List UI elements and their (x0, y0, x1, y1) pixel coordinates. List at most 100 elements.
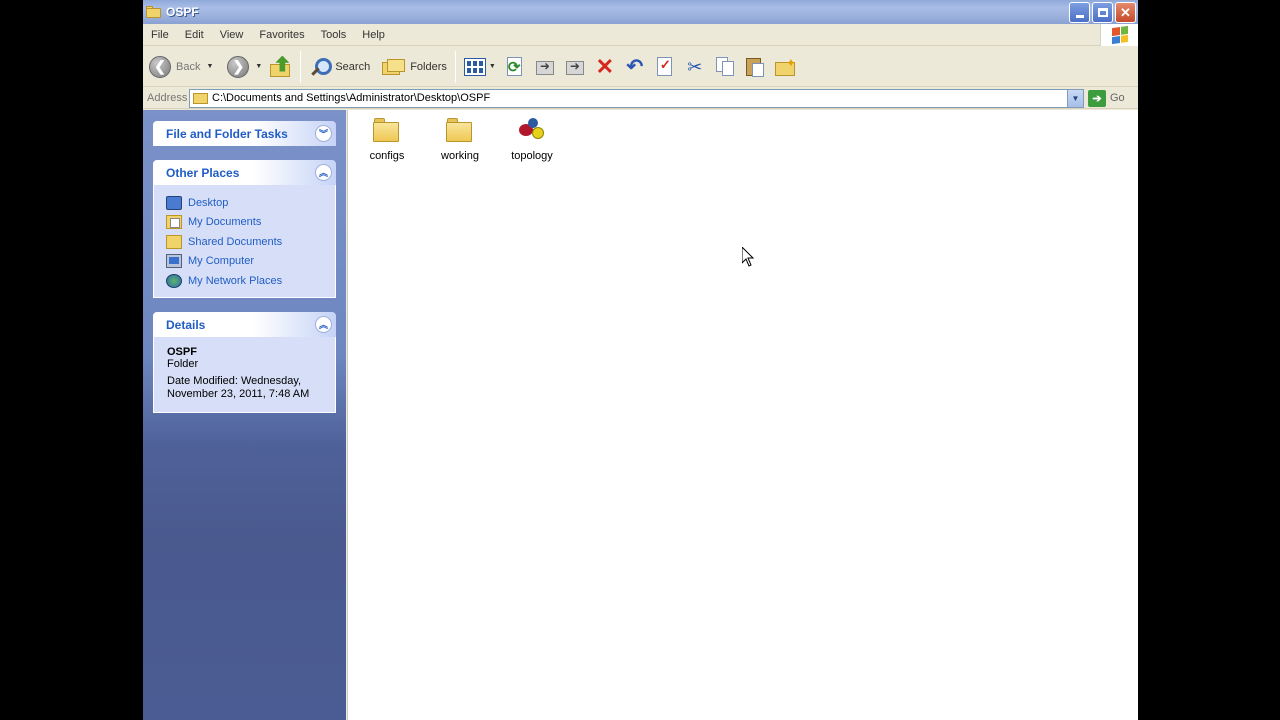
properties-icon[interactable] (654, 56, 676, 78)
menu-view[interactable]: View (212, 29, 252, 41)
collapse-chevron-icon[interactable]: ︽ (315, 316, 332, 333)
place-label: My Documents (188, 216, 262, 229)
screen-border (1138, 0, 1280, 720)
shared-documents-icon (166, 234, 182, 249)
details-body: OSPF Folder Date Modified: Wednesday, No… (153, 337, 336, 413)
paste-icon[interactable] (744, 56, 766, 78)
window-controls: ✕ (1069, 2, 1136, 23)
forward-button[interactable]: ❯ ▼ (223, 50, 266, 84)
search-icon (309, 56, 333, 78)
place-my-network-places[interactable]: My Network Places (166, 271, 335, 291)
file-item-topology[interactable]: topology (495, 118, 569, 162)
place-desktop[interactable]: Desktop (166, 193, 335, 213)
views-dropdown-icon: ▼ (488, 63, 496, 70)
details-panel: Details ︽ OSPF Folder Date Modified: Wed… (153, 312, 336, 413)
details-header[interactable]: Details ︽ (153, 312, 336, 337)
go-label: Go (1110, 92, 1125, 104)
menu-edit[interactable]: Edit (177, 29, 212, 41)
toolbar: ❮ Back ▼ ❯ ▼ Search Folders ▼ ✕ ↶ (143, 47, 1138, 87)
other-places-body: Desktop My Documents Shared Documents My… (153, 185, 336, 298)
menu-favorites[interactable]: Favorites (251, 29, 312, 41)
views-button[interactable]: ▼ (460, 50, 500, 84)
address-bar: Address C:\Documents and Settings\Admini… (143, 88, 1138, 109)
windows-logo (1100, 24, 1138, 46)
menu-bar: File Edit View Favorites Tools Help (143, 24, 1138, 46)
new-folder-icon[interactable] (774, 56, 796, 78)
forward-arrow-icon: ❯ (227, 55, 250, 78)
copy-icon[interactable] (714, 56, 736, 78)
place-label: My Computer (188, 255, 255, 268)
chevron-down-icon: ▼ (1071, 93, 1080, 103)
details-name: OSPF (167, 346, 197, 358)
address-label: Address (147, 92, 188, 104)
place-label: My Network Places (188, 274, 283, 287)
other-places-header[interactable]: Other Places ︽ (153, 160, 336, 185)
place-my-computer[interactable]: My Computer (166, 252, 335, 272)
file-label: working (441, 150, 479, 162)
back-button[interactable]: ❮ Back ▼ (143, 50, 217, 84)
file-folder-tasks-header[interactable]: File and Folder Tasks ︾ (153, 121, 336, 146)
address-input[interactable]: C:\Documents and Settings\Administrator\… (189, 88, 1084, 108)
folder-icon (372, 118, 402, 144)
folder-icon (193, 92, 208, 104)
move-to-icon[interactable] (534, 56, 556, 78)
title-bar[interactable]: OSPF ✕ (143, 0, 1138, 24)
file-folder-tasks-panel: File and Folder Tasks ︾ (153, 121, 336, 146)
copy-to-icon[interactable] (564, 56, 586, 78)
minimize-icon (1075, 15, 1084, 18)
file-label: configs (369, 150, 405, 162)
menu-tools[interactable]: Tools (313, 29, 355, 41)
delete-icon[interactable]: ✕ (594, 55, 616, 78)
place-shared-documents[interactable]: Shared Documents (166, 232, 335, 252)
folders-label: Folders (410, 60, 447, 73)
file-item-configs[interactable]: configs (350, 118, 424, 162)
synchronize-icon[interactable] (504, 56, 526, 78)
forward-dropdown-icon[interactable]: ▼ (255, 63, 262, 70)
folder-icon (146, 5, 162, 19)
my-computer-icon (166, 254, 182, 269)
cut-icon[interactable]: ✂ (684, 56, 706, 78)
details-type: Folder (167, 358, 199, 370)
desktop-icon (166, 195, 182, 210)
views-icon (463, 57, 486, 76)
explorer-window: OSPF ✕ File Edit View Favorites Tools He… (143, 0, 1138, 720)
file-item-working[interactable]: working (423, 118, 497, 162)
back-dropdown-icon[interactable]: ▼ (206, 63, 213, 70)
other-places-panel: Other Places ︽ Desktop My Documents Shar… (153, 160, 336, 298)
close-button[interactable]: ✕ (1115, 2, 1136, 23)
network-places-icon (166, 273, 182, 288)
toolbar-separator (300, 50, 302, 83)
collapse-chevron-icon[interactable]: ︽ (315, 164, 332, 181)
undo-icon[interactable]: ↶ (624, 56, 646, 78)
my-documents-icon (166, 215, 182, 230)
panel-title: Other Places (166, 165, 240, 180)
restore-icon (1097, 8, 1108, 17)
search-button[interactable]: Search (305, 50, 374, 84)
close-icon: ✕ (1120, 4, 1131, 20)
folders-button[interactable]: Folders (378, 50, 451, 84)
file-list-view[interactable]: configs working topology (347, 110, 1138, 720)
windows-flag-icon (1111, 25, 1128, 45)
up-button[interactable] (266, 50, 296, 84)
menu-help[interactable]: Help (354, 29, 393, 41)
address-dropdown-button[interactable]: ▼ (1067, 89, 1083, 107)
panel-title: File and Folder Tasks (166, 126, 288, 141)
address-value[interactable]: C:\Documents and Settings\Administrator\… (212, 92, 490, 104)
folder-icon (445, 118, 475, 144)
panel-title: Details (166, 317, 206, 332)
menu-file[interactable]: File (143, 29, 177, 41)
folders-icon (382, 57, 406, 77)
window-title: OSPF (166, 5, 199, 19)
go-button[interactable]: ➔ Go (1088, 89, 1125, 107)
place-label: Desktop (188, 196, 229, 209)
go-arrow-icon: ➔ (1088, 89, 1106, 107)
details-date-modified: Date Modified: Wednesday, November 23, 2… (167, 375, 310, 400)
maximize-button[interactable] (1092, 2, 1113, 23)
toolbar-separator (454, 50, 456, 83)
place-label: Shared Documents (188, 235, 283, 248)
task-pane: File and Folder Tasks ︾ Other Places ︽ D… (143, 110, 346, 720)
back-label: Back (176, 60, 201, 73)
expand-chevron-icon[interactable]: ︾ (315, 125, 332, 142)
place-my-documents[interactable]: My Documents (166, 213, 335, 233)
minimize-button[interactable] (1069, 2, 1090, 23)
